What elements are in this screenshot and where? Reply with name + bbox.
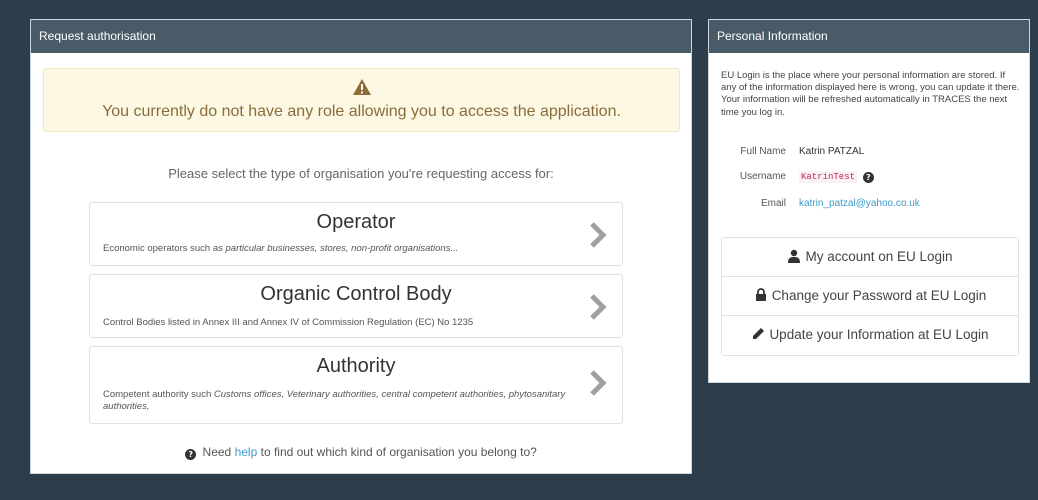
organisation-description: Economic operators such as particular bu… (103, 243, 459, 254)
change-password-button[interactable]: Change your Password at EU Login (722, 277, 1018, 316)
my-account-label: My account on EU Login (805, 249, 953, 264)
organisation-title: Authority (316, 355, 396, 377)
organisation-description: Control Bodies listed in Annex III and A… (103, 317, 474, 328)
warning-text: You currently do not have any role allow… (102, 103, 621, 120)
help-suffix: to find out which kind of organisation y… (260, 445, 537, 459)
question-circle-icon[interactable]: ? (862, 172, 874, 183)
update-information-button[interactable]: Update your Information at EU Login (722, 316, 1018, 355)
organisation-card-authority[interactable]: Authority Competent authority such Custo… (89, 346, 623, 424)
organisation-title: Operator (316, 211, 396, 233)
warning-triangle-icon (353, 79, 371, 95)
request-authorisation-panel: Request authorisation You currently do n… (30, 19, 692, 474)
chevron-right-icon (590, 294, 607, 320)
email-value[interactable]: katrin_patzal@yahoo.co.uk (799, 198, 920, 209)
organisation-title: Organic Control Body (260, 283, 452, 305)
eu-login-intro: EU Login is the place where your persona… (721, 70, 1020, 118)
username-label: Username (739, 171, 786, 182)
email-label: Email (760, 198, 786, 209)
request-panel-heading: Request authorisation (31, 20, 691, 53)
full-name-value: Katrin PATZAL (799, 146, 865, 157)
pencil-icon (753, 328, 765, 339)
info-panel-heading: Personal Information (709, 20, 1029, 53)
help-prefix: Need (202, 445, 232, 459)
no-role-warning: You currently do not have any role allow… (43, 68, 680, 132)
select-prompt: Please select the type of organisation y… (168, 166, 554, 181)
update-information-label: Update your Information at EU Login (769, 327, 989, 342)
help-line: ? Need help to find out which kind of or… (31, 445, 691, 460)
change-password-label: Change your Password at EU Login (771, 288, 987, 303)
question-circle-icon: ? (185, 449, 197, 460)
eu-login-links: My account on EU Login Change your Passw… (721, 237, 1019, 356)
personal-information-panel: Personal Information EU Login is the pla… (708, 19, 1030, 383)
organisation-card-operator[interactable]: Operator Economic operators such as part… (89, 202, 623, 266)
username-value: KatrinTest ? (799, 171, 877, 183)
chevron-right-icon (590, 370, 607, 396)
organisation-card-organic-control-body[interactable]: Organic Control Body Control Bodies list… (89, 274, 623, 338)
my-account-button[interactable]: My account on EU Login (722, 238, 1018, 277)
organisation-description: Competent authority such Customs offices… (103, 389, 566, 412)
user-icon (788, 249, 801, 263)
username-code: KatrinTest (799, 171, 858, 183)
help-link[interactable]: help (235, 445, 258, 459)
chevron-right-icon (590, 222, 607, 248)
full-name-label: Full Name (740, 146, 786, 157)
lock-icon (755, 288, 766, 301)
